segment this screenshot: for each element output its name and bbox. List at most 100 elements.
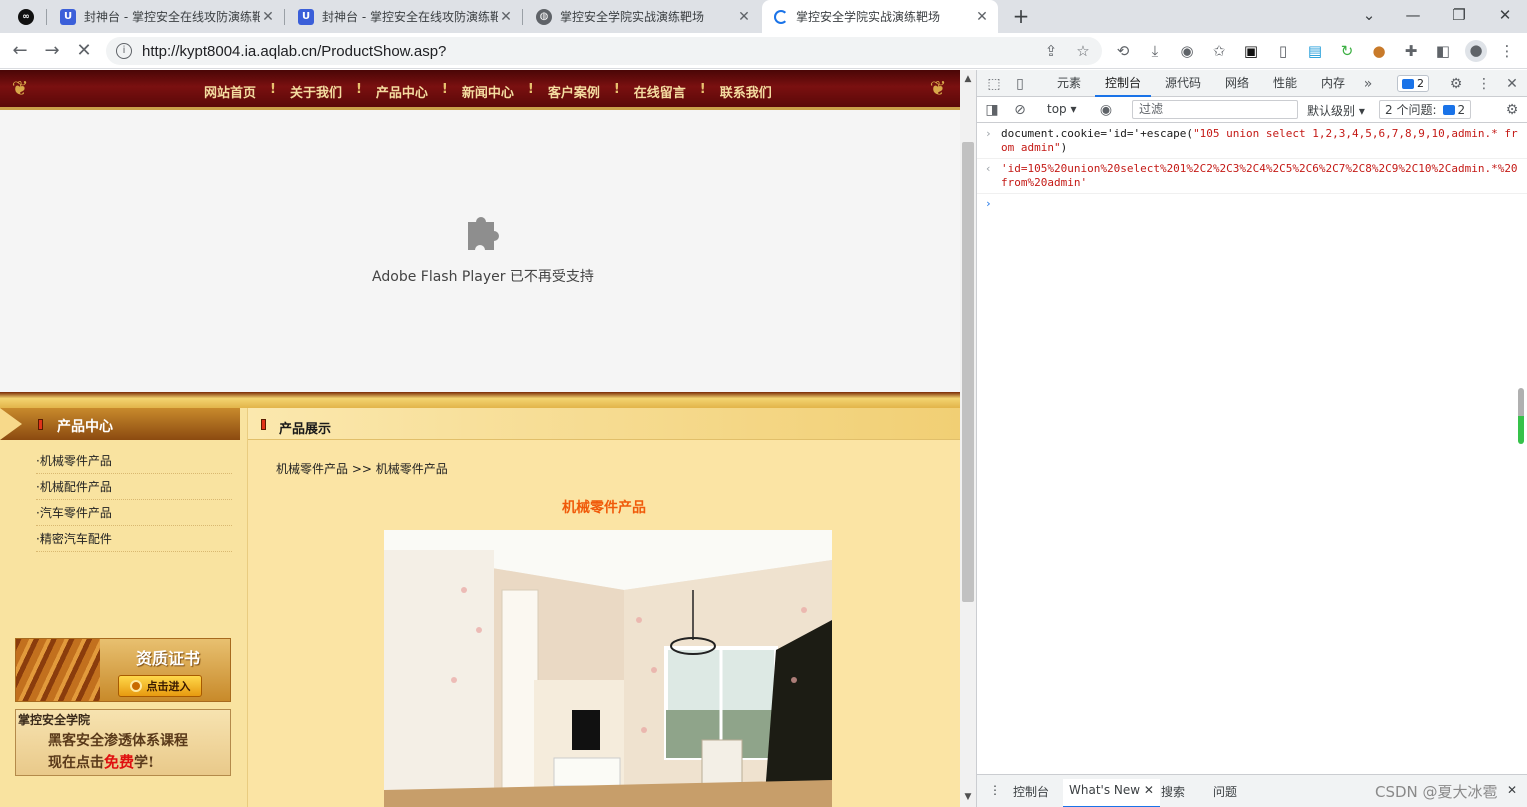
extension-glasses-icon[interactable]: ▣ xyxy=(1241,41,1261,61)
side-panel-icon[interactable]: ◧ xyxy=(1433,41,1453,61)
minimize-button[interactable]: — xyxy=(1390,0,1436,33)
scrollbar-thumb[interactable] xyxy=(962,142,974,602)
site-nav-link[interactable]: 新闻中心 xyxy=(456,82,520,101)
extension-pocket-icon[interactable]: ▯ xyxy=(1273,41,1293,61)
drawer-tab-console[interactable]: 控制台 xyxy=(1013,783,1049,800)
drawer-tab-issues[interactable]: 问题 xyxy=(1213,783,1237,800)
drawer-menu-kebab-icon[interactable]: ⋮ xyxy=(989,783,1001,797)
download-icon[interactable]: ⤓ xyxy=(1145,41,1165,61)
site-nav-link[interactable]: 产品中心 xyxy=(370,82,434,101)
site-nav-link[interactable]: 关于我们 xyxy=(284,82,348,101)
devtools-tab-console[interactable]: 控制台 xyxy=(1095,70,1151,97)
back-button[interactable]: ← xyxy=(6,37,34,65)
site-nav-item: 关于我们! xyxy=(284,82,370,101)
site-nav-link[interactable]: 在线留言 xyxy=(628,82,692,101)
tab-1[interactable]: U 封神台 - 掌控安全在线攻防演练靶场 ✕ xyxy=(48,0,284,33)
tab-4-active[interactable]: 掌控安全学院实战演练靶场 ✕ xyxy=(762,0,998,33)
devtools-tab-elements[interactable]: 元素 xyxy=(1047,70,1091,97)
console-settings-gear-icon[interactable]: ⚙ xyxy=(1503,101,1521,119)
close-icon[interactable]: ✕ xyxy=(736,9,752,25)
share-icon[interactable]: ⇪ xyxy=(1042,42,1060,60)
devtools-tab-performance[interactable]: 性能 xyxy=(1263,70,1307,97)
tab-search-icon[interactable]: ⌄ xyxy=(1346,0,1392,33)
more-tabs-chevron-icon[interactable]: » xyxy=(1359,75,1377,93)
message-flag-icon xyxy=(1402,78,1414,89)
drawer-tab-whats-new-label: What's New xyxy=(1069,783,1141,797)
chevron-left-icon: ‹ xyxy=(985,162,992,175)
new-tab-button[interactable]: + xyxy=(1008,3,1034,29)
product-title: 机械零件产品 xyxy=(562,500,646,516)
circle-icon xyxy=(129,680,142,692)
extension-icon[interactable]: ⟲ xyxy=(1113,41,1133,61)
extension-star-icon[interactable]: ✩ xyxy=(1209,41,1229,61)
site-nav-link[interactable]: 联系我们 xyxy=(714,82,778,101)
close-window-button[interactable]: ✕ xyxy=(1482,0,1527,33)
info-icon[interactable]: i xyxy=(116,43,132,59)
site-nav-link[interactable]: 网站首页 xyxy=(198,82,262,101)
stop-loading-button[interactable]: ✕ xyxy=(70,37,98,65)
close-icon[interactable]: ✕ xyxy=(498,9,514,25)
close-icon[interactable]: ✕ xyxy=(974,9,990,25)
extension-save-icon[interactable]: ▤ xyxy=(1305,41,1325,61)
clear-console-icon[interactable]: ⊘ xyxy=(1011,101,1029,119)
sidebar-toggle-icon[interactable]: ◨ xyxy=(983,101,1001,119)
device-toolbar-icon[interactable]: ▯ xyxy=(1011,75,1029,93)
command-prefix: document.cookie='id='+escape( xyxy=(1001,127,1194,140)
category-item[interactable]: ·汽车零件产品 xyxy=(36,500,232,526)
flash-placeholder: Adobe Flash Player 已不再受支持 xyxy=(0,110,960,392)
issues-count: 2 xyxy=(1457,102,1466,117)
tab-2[interactable]: U 封神台 - 掌控安全在线攻防演练靶场 ✕ xyxy=(286,0,522,33)
tab-title: 封神台 - 掌控安全在线攻防演练靶场 xyxy=(84,10,260,24)
address-bar[interactable]: i http://kypt8004.ia.aqlab.cn/ProductSho… xyxy=(106,37,1102,65)
bookmark-star-icon[interactable]: ☆ xyxy=(1074,42,1092,60)
devtools-tab-network[interactable]: 网络 xyxy=(1215,70,1259,97)
devtools-tab-sources[interactable]: 源代码 xyxy=(1155,70,1211,97)
log-levels-dropdown[interactable]: 默认级别 ▾ xyxy=(1307,102,1365,119)
tab-3[interactable]: ◍ 掌控安全学院实战演练靶场 ✕ xyxy=(524,0,760,33)
tab-title: 掌控安全学院实战演练靶场 xyxy=(796,10,941,24)
site-nav-link[interactable]: 客户案例 xyxy=(542,82,606,101)
extension-circle-icon[interactable]: ◉ xyxy=(1177,41,1197,61)
enter-button[interactable]: 点击进入 xyxy=(118,675,202,697)
cookie-icon[interactable]: ● xyxy=(1369,41,1389,61)
extensions-puzzle-icon[interactable]: ✚ xyxy=(1401,41,1421,61)
devtools-scroll-indicator xyxy=(1518,388,1524,444)
menu-kebab-icon[interactable]: ⋮ xyxy=(1497,41,1517,61)
close-devtools-icon[interactable]: ✕ xyxy=(1503,75,1521,93)
live-expression-eye-icon[interactable]: ◉ xyxy=(1097,101,1115,119)
scroll-down-arrow-icon[interactable]: ▼ xyxy=(963,792,973,802)
site-nav-item: 联系我们 xyxy=(714,82,778,101)
arrow-decor-icon xyxy=(0,408,22,440)
issues-button[interactable]: 2 个问题: 2 xyxy=(1379,100,1472,119)
context-selector[interactable]: top ▾ xyxy=(1047,102,1077,116)
context-value: top xyxy=(1047,102,1067,116)
close-icon[interactable]: ✕ xyxy=(260,9,276,25)
drawer-tab-search[interactable]: 搜索 xyxy=(1161,783,1185,800)
issues-badge[interactable]: 2 xyxy=(1397,75,1429,92)
academy-ad-banner[interactable]: 掌控安全学院 黑客安全渗透体系课程 现在点击免费学! xyxy=(15,709,231,776)
scroll-up-arrow-icon[interactable]: ▲ xyxy=(963,74,973,84)
forward-button[interactable]: → xyxy=(38,37,66,65)
maximize-button[interactable]: ❐ xyxy=(1436,0,1482,33)
category-item[interactable]: ·机械配件产品 xyxy=(36,474,232,500)
extension-refresh-icon[interactable]: ↻ xyxy=(1337,41,1357,61)
url-text[interactable]: http://kypt8004.ia.aqlab.cn/ProductShow.… xyxy=(142,43,446,60)
inspect-element-icon[interactable]: ⬚ xyxy=(985,75,1003,93)
profile-tab-icon[interactable]: ∞ xyxy=(10,0,46,33)
academy-line-2: 现在点击免费学! xyxy=(48,751,154,772)
devtools-menu-kebab-icon[interactable]: ⋮ xyxy=(1475,75,1493,93)
site-nav-item: 在线留言! xyxy=(628,82,714,101)
certificate-banner[interactable]: 资质证书 点击进入 xyxy=(15,638,231,702)
console-prompt-line[interactable]: › xyxy=(977,194,1527,214)
prompt-chevron-icon: › xyxy=(985,197,992,210)
profile-avatar-icon[interactable]: ● xyxy=(1465,40,1487,62)
category-item[interactable]: ·精密汽车配件 xyxy=(36,526,232,552)
page-scrollbar[interactable]: ▲ ▼ xyxy=(960,70,976,807)
console-result-line: ‹ 'id=105%20union%20select%201%2C2%2C3%2… xyxy=(977,159,1527,194)
devtools-tab-memory[interactable]: 内存 xyxy=(1311,70,1355,97)
settings-gear-icon[interactable]: ⚙ xyxy=(1447,75,1465,93)
drawer-tab-whats-new[interactable]: What's New ✕ xyxy=(1063,779,1160,807)
category-item[interactable]: ·机械零件产品 xyxy=(36,448,232,474)
close-drawer-icon[interactable]: ✕ xyxy=(1507,783,1517,797)
console-filter-input[interactable]: 过滤 xyxy=(1132,100,1298,119)
